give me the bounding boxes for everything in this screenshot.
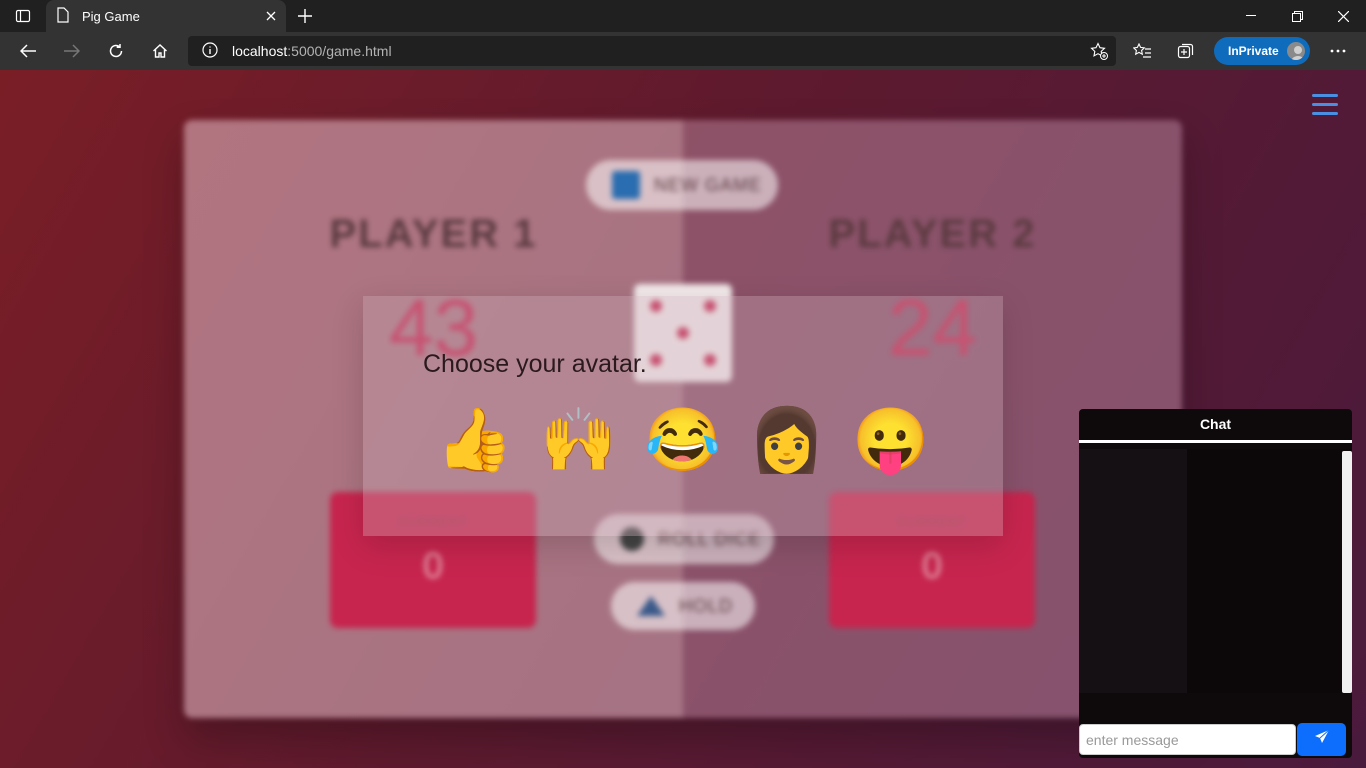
site-info-icon[interactable] bbox=[202, 41, 218, 61]
add-favorite-icon[interactable] bbox=[1090, 42, 1108, 63]
tab-actions-icon[interactable] bbox=[0, 0, 46, 32]
new-game-label: NEW GAME bbox=[654, 174, 763, 195]
hold-button[interactable]: HOLD bbox=[611, 582, 755, 630]
chat-title: Chat bbox=[1079, 409, 1352, 443]
send-button[interactable] bbox=[1297, 723, 1346, 756]
page-icon bbox=[56, 6, 70, 26]
avatar-list: 👍 🙌 😂 👩 😛 bbox=[423, 392, 943, 488]
window-controls bbox=[1228, 0, 1366, 32]
avatar-option-wink[interactable]: 😛 bbox=[839, 392, 943, 488]
avatar-option-hands[interactable]: 🙌 bbox=[527, 392, 631, 488]
player-1-current-score: 0 bbox=[422, 545, 444, 586]
close-tab-icon[interactable] bbox=[266, 9, 276, 24]
hold-label: HOLD bbox=[679, 595, 734, 616]
address-bar[interactable]: localhost:5000/game.html bbox=[188, 36, 1116, 66]
player-2-current-score: 0 bbox=[921, 545, 943, 586]
avatar-option-peace[interactable]: 👍 bbox=[423, 392, 527, 488]
home-icon[interactable] bbox=[138, 32, 182, 70]
chat-messages[interactable] bbox=[1079, 449, 1352, 693]
more-options-icon[interactable] bbox=[1316, 32, 1360, 70]
chat-panel: Chat bbox=[1079, 409, 1352, 758]
hold-icon bbox=[637, 596, 665, 616]
close-window-icon[interactable] bbox=[1320, 0, 1366, 32]
player-1-name: PLAYER 1 bbox=[329, 212, 538, 256]
page-content: PLAYER 1 43 CURRENT 0 PLAYER 2 24 CURREN… bbox=[0, 70, 1366, 768]
profile-avatar bbox=[1285, 40, 1307, 62]
menu-icon[interactable] bbox=[1312, 94, 1338, 116]
minimize-icon[interactable] bbox=[1228, 0, 1274, 32]
chat-scrollbar[interactable] bbox=[1342, 451, 1352, 693]
favorites-icon[interactable] bbox=[1120, 32, 1164, 70]
refresh-icon[interactable] bbox=[94, 32, 138, 70]
address-host: localhost bbox=[232, 43, 288, 59]
forward-icon[interactable] bbox=[50, 32, 94, 70]
tab-title: Pig Game bbox=[82, 8, 140, 24]
avatar-modal: Choose your avatar. 👍 🙌 😂 👩 😛 bbox=[363, 296, 1003, 536]
address-path: :5000/game.html bbox=[287, 43, 392, 59]
restore-icon[interactable] bbox=[1274, 0, 1320, 32]
player-2-name: PLAYER 2 bbox=[828, 212, 1037, 256]
modal-title: Choose your avatar. bbox=[423, 350, 647, 378]
send-icon bbox=[1314, 729, 1330, 750]
new-tab-icon[interactable] bbox=[288, 0, 322, 32]
toolbar-right: InPrivate bbox=[1120, 32, 1366, 70]
collections-icon[interactable] bbox=[1164, 32, 1208, 70]
new-game-button[interactable]: NEW GAME bbox=[586, 160, 778, 210]
avatar-option-thumbs-up[interactable]: 👩 bbox=[735, 392, 839, 488]
chat-message-input[interactable] bbox=[1079, 724, 1296, 755]
back-icon[interactable] bbox=[6, 32, 50, 70]
inprivate-button[interactable]: InPrivate bbox=[1214, 37, 1310, 65]
avatar-option-crying[interactable]: 😂 bbox=[631, 392, 735, 488]
inprivate-label: InPrivate bbox=[1228, 44, 1279, 58]
browser-tab[interactable]: Pig Game bbox=[46, 0, 286, 32]
new-game-icon bbox=[612, 171, 640, 199]
browser-tab-bar: Pig Game bbox=[0, 0, 1366, 32]
browser-toolbar: localhost:5000/game.html InPrivate bbox=[0, 32, 1366, 70]
